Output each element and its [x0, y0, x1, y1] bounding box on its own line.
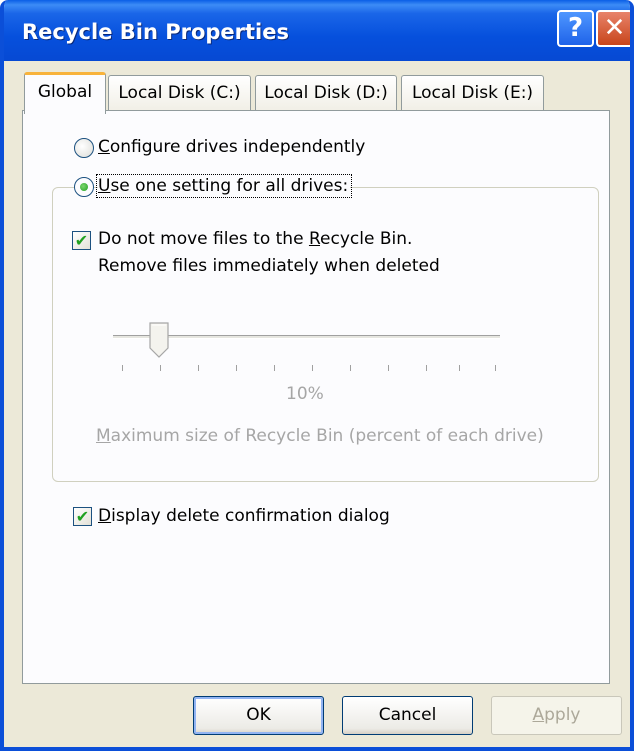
slider-tick [198, 365, 199, 371]
slider-tick [350, 365, 351, 371]
question-mark-icon: ? [567, 13, 584, 43]
window-title: Recycle Bin Properties [22, 20, 290, 44]
slider-value-label: 10% [286, 384, 324, 404]
max-size-slider-track[interactable] [113, 335, 500, 339]
tab-local-disk-d[interactable]: Local Disk (D:) [255, 75, 397, 111]
slider-tick [274, 365, 275, 371]
do-not-move-label-line2[interactable]: Remove files immediately when deleted [98, 256, 440, 276]
tab-local-disk-c[interactable]: Local Disk (C:) [108, 75, 251, 111]
slider-tick [236, 365, 237, 371]
configure-independently-radio[interactable] [74, 138, 94, 158]
close-icon: ✕ [603, 13, 626, 43]
ok-button[interactable]: OK [193, 696, 324, 735]
slider-tick [312, 365, 313, 371]
slider-tick [426, 365, 427, 371]
slider-tick [160, 365, 161, 371]
tab-local-disk-e[interactable]: Local Disk (E:) [401, 75, 544, 111]
title-bar[interactable]: Recycle Bin Properties ? ✕ [4, 0, 630, 61]
do-not-move-label-line1[interactable]: Do not move files to the Recycle Bin. [98, 229, 412, 249]
checkmark-icon: ✔ [74, 231, 89, 250]
slider-tick [388, 365, 389, 371]
help-button[interactable]: ? [557, 10, 594, 47]
configure-independently-label[interactable]: Configure drives independently [98, 137, 365, 157]
checkmark-icon: ✔ [75, 507, 90, 526]
radio-selected-dot [80, 183, 88, 191]
use-one-setting-label[interactable]: Use one setting for all drives: [95, 174, 353, 198]
tab-label: Local Disk (D:) [264, 83, 388, 103]
apply-button[interactable]: Apply [491, 696, 622, 735]
tab-label: Local Disk (C:) [118, 83, 241, 103]
max-size-slider-thumb[interactable] [149, 322, 169, 358]
use-one-setting-radio[interactable] [74, 177, 94, 197]
display-confirmation-label[interactable]: Display delete confirmation dialog [98, 506, 390, 526]
max-size-label: Maximum size of Recycle Bin (percent of … [96, 426, 544, 446]
tab-label: Global [37, 82, 93, 102]
tab-label: Local Disk (E:) [411, 83, 534, 103]
do-not-move-checkbox[interactable]: ✔ [72, 231, 91, 250]
close-button[interactable]: ✕ [596, 10, 630, 47]
display-confirmation-checkbox[interactable]: ✔ [73, 507, 92, 526]
tab-global[interactable]: Global [24, 72, 106, 114]
slider-tick [495, 365, 496, 371]
cancel-button[interactable]: Cancel [342, 696, 473, 735]
slider-tick [459, 365, 460, 371]
slider-tick [122, 365, 123, 371]
